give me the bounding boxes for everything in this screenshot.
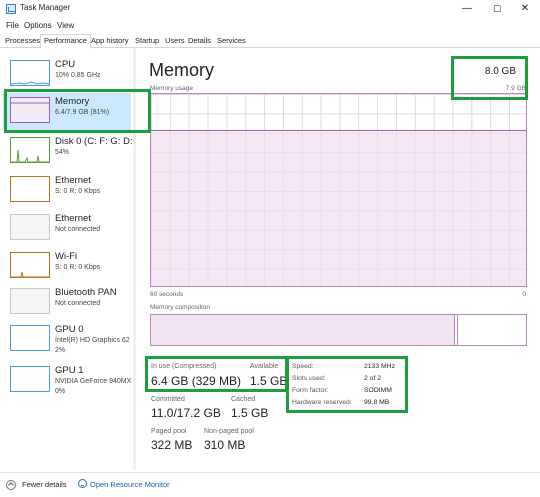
tab-bar: Processes Performance App history Startu… xyxy=(0,33,540,49)
sidebar-item-memory[interactable]: Memory 6.4/7.9 GB (81%) xyxy=(3,93,131,131)
sidebar-item-label: Ethernet xyxy=(55,213,91,224)
sidebar-item-detail: NVIDIA GeForce 940MX xyxy=(55,378,132,385)
form-factor-label: Form factor: xyxy=(292,387,329,394)
graph-axis-start: 60 seconds xyxy=(150,291,184,298)
memory-composition-bar xyxy=(150,314,527,346)
sidebar-item-detail: S: 0 R: 0 Kbps xyxy=(55,188,101,195)
memory-usage-label: Memory usage xyxy=(150,85,193,92)
tab-app-history[interactable]: App history xyxy=(88,35,132,48)
cpu-thumbnail xyxy=(10,60,50,86)
available-value: 1.5 GB xyxy=(250,374,288,388)
disk-sparkline xyxy=(11,149,49,162)
task-manager-icon xyxy=(6,4,16,14)
sidebar-item-disk-0[interactable]: Disk 0 (C: F: G: D:) 54% xyxy=(3,133,136,171)
sidebar-item-gpu-0[interactable]: GPU 0 Intel(R) HD Graphics 62 2% xyxy=(3,321,131,359)
memory-thumbnail xyxy=(10,97,50,123)
slots-label: Slots used: xyxy=(292,375,326,382)
footer-bar: Fewer details Open Resource Monitor xyxy=(0,472,540,497)
cached-value: 1.5 GB xyxy=(231,406,269,420)
sidebar-item-label: GPU 0 xyxy=(55,324,84,335)
sidebar-item-ethernet[interactable]: Ethernet S: 0 R: 0 Kbps xyxy=(3,172,131,210)
available-label: Available xyxy=(250,363,279,370)
tab-services[interactable]: Services xyxy=(214,35,249,48)
page-title: Memory xyxy=(149,60,215,80)
sidebar-item-detail: Not connected xyxy=(55,300,101,307)
paged-pool-value: 322 MB xyxy=(151,438,193,452)
form-factor-value: SODIMM xyxy=(364,387,392,394)
sidebar-item-label: Bluetooth PAN xyxy=(55,287,117,298)
sidebar-item-detail: 6.4/7.9 GB (81%) xyxy=(55,109,110,116)
slots-value: 2 of 2 xyxy=(364,375,382,382)
resource-sidebar: CPU 10% 0.85 GHz Memory 6.4/7.9 GB (81%)… xyxy=(0,48,136,470)
cpu-sparkline xyxy=(11,81,49,85)
fewer-details-link[interactable]: Fewer details xyxy=(22,480,67,489)
sidebar-item-ethernet-2[interactable]: Ethernet Not connected xyxy=(3,210,131,248)
sidebar-item-detail: Not connected xyxy=(55,226,101,233)
gpu-0-thumbnail xyxy=(10,325,50,351)
sidebar-item-label: Ethernet xyxy=(55,175,91,186)
tab-users[interactable]: Users xyxy=(162,35,188,48)
ethernet-thumbnail xyxy=(10,176,50,202)
sidebar-item-label: Disk 0 (C: F: G: D:) xyxy=(55,136,136,147)
speed-label: Speed: xyxy=(292,363,314,370)
speed-value: 2133 MHz xyxy=(364,363,395,370)
graph-axis-end: 0 xyxy=(522,291,526,298)
paged-pool-label: Paged pool xyxy=(151,428,187,435)
gpu-1-thumbnail xyxy=(10,366,50,392)
menu-bar: File Options View xyxy=(0,18,540,33)
cached-label: Cached xyxy=(231,396,256,403)
nonpaged-pool-label: Non-paged pool xyxy=(204,428,254,435)
minimize-button[interactable]: — xyxy=(452,0,482,18)
tab-startup[interactable]: Startup xyxy=(132,35,162,48)
menu-view[interactable]: View xyxy=(57,21,74,30)
bluetooth-thumbnail xyxy=(10,288,50,314)
sidebar-item-bluetooth-pan[interactable]: Bluetooth PAN Not connected xyxy=(3,284,131,322)
menu-file[interactable]: File xyxy=(6,21,19,30)
tab-processes[interactable]: Processes xyxy=(2,35,43,48)
hardware-reserved-label: Hardware reserved: xyxy=(292,399,352,406)
sidebar-item-usage: 0% xyxy=(55,388,66,395)
sidebar-item-wifi[interactable]: Wi-Fi S: 0 R: 0 Kbps xyxy=(3,248,131,286)
memory-composition-label: Memory composition xyxy=(150,304,210,311)
committed-label: Committed xyxy=(151,396,185,403)
title-bar: Task Manager — ☐ ✕ xyxy=(0,0,540,18)
sidebar-item-detail: 10% 0.85 GHz xyxy=(55,72,101,79)
disk-thumbnail xyxy=(10,137,50,163)
memory-sparkline xyxy=(11,102,49,104)
memory-usage-area xyxy=(151,130,526,286)
sidebar-item-detail: Intel(R) HD Graphics 62 xyxy=(55,337,130,344)
window-title: Task Manager xyxy=(20,3,71,12)
tab-performance[interactable]: Performance xyxy=(40,34,91,49)
sidebar-item-usage: 2% xyxy=(55,347,66,354)
sidebar-item-label: Wi-Fi xyxy=(55,251,78,262)
close-button[interactable]: ✕ xyxy=(510,0,540,18)
open-resource-monitor-link[interactable]: Open Resource Monitor xyxy=(90,480,170,489)
sidebar-scrollbar[interactable] xyxy=(133,48,136,470)
menu-options[interactable]: Options xyxy=(24,21,52,30)
memory-usage-graph xyxy=(150,93,527,287)
sidebar-item-cpu[interactable]: CPU 10% 0.85 GHz xyxy=(3,56,131,94)
in-use-value: 6.4 GB (329 MB) xyxy=(151,374,242,388)
wifi-thumbnail xyxy=(10,252,50,278)
sidebar-item-label: GPU 1 xyxy=(55,365,84,376)
composition-in-use xyxy=(151,315,455,345)
ethernet-2-thumbnail xyxy=(10,214,50,240)
sidebar-item-detail: S: 0 R: 0 Kbps xyxy=(55,264,101,271)
composition-modified xyxy=(455,315,458,345)
total-memory: 8.0 GB xyxy=(484,66,516,77)
wifi-sparkline xyxy=(11,271,49,277)
tab-details[interactable]: Details xyxy=(185,35,214,48)
nonpaged-pool-value: 310 MB xyxy=(204,438,246,452)
maximize-button[interactable]: ☐ xyxy=(482,0,512,18)
sidebar-item-label: CPU xyxy=(55,59,76,70)
collapse-up-icon[interactable] xyxy=(6,480,16,490)
memory-usage-max: 7.9 GB xyxy=(505,85,526,92)
hardware-reserved-value: 99.8 MB xyxy=(364,399,390,406)
committed-value: 11.0/17.2 GB xyxy=(151,406,221,420)
resource-monitor-icon[interactable] xyxy=(78,479,87,488)
in-use-label: In use (Compressed) xyxy=(151,363,217,370)
sidebar-item-detail: 54% xyxy=(55,149,70,156)
sidebar-item-label: Memory xyxy=(55,96,90,107)
sidebar-item-gpu-1[interactable]: GPU 1 NVIDIA GeForce 940MX 0% xyxy=(3,362,131,400)
